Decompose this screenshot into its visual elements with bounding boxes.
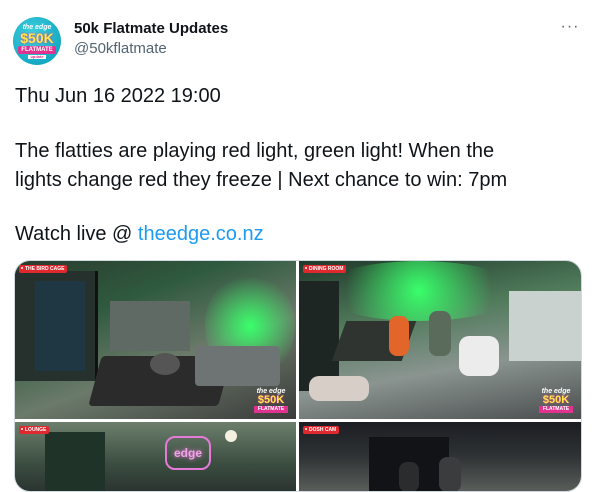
tweet-body-line-2: lights change red they freeze | Next cha…: [15, 169, 508, 191]
watch-prefix: Watch live @: [15, 223, 138, 245]
watermark-logo: the edge $50K FLATMATE: [539, 388, 573, 413]
watermark-amount: $50K: [542, 394, 570, 406]
media-image-dining-room[interactable]: DINING ROOM the edge $50K FLATMATE: [299, 261, 581, 419]
tweet-body-line-1: The flatties are playing red light, gree…: [15, 140, 495, 162]
watermark-amount: $50K: [257, 394, 285, 406]
camera-label-badge: THE BIRD CAGE: [19, 265, 68, 273]
watermark-banner: FLATMATE: [254, 406, 288, 413]
person-lying: [309, 376, 369, 401]
green-ceiling-glow: [319, 261, 519, 321]
sofa: [195, 346, 280, 386]
watermark-logo: the edge $50K FLATMATE: [254, 388, 288, 413]
media-image-dosh-cam[interactable]: DOSH CAM: [299, 422, 581, 491]
kitchen-cabinets: [509, 291, 581, 361]
person-orange: [389, 316, 409, 356]
back-wall: [110, 301, 190, 351]
watch-link[interactable]: theedge.co.nz: [138, 223, 264, 245]
coffee-table: [150, 353, 180, 375]
more-options-icon[interactable]: ···: [558, 18, 582, 36]
tweet-watch-line: Watch live @ theedge.co.nz: [15, 223, 264, 246]
person-silhouette: [399, 462, 419, 491]
watermark-banner: FLATMATE: [539, 406, 573, 413]
author-name[interactable]: 50k Flatmate Updates: [74, 20, 228, 37]
avatar-banner-text: FLATMATE: [18, 45, 56, 54]
media-image-lounge[interactable]: edge LOUNGE: [15, 422, 296, 491]
neon-sign: edge: [165, 436, 211, 470]
avatar-small-text: update: [28, 53, 46, 59]
media-image-bird-cage[interactable]: THE BIRD CAGE the edge $50K FLATMATE: [15, 261, 296, 419]
camera-label-badge: DOSH CAM: [303, 426, 340, 434]
media-grid: THE BIRD CAGE the edge $50K FLATMATE DIN…: [14, 260, 582, 492]
doorway: [45, 432, 105, 491]
camera-label-badge: DINING ROOM: [303, 265, 347, 273]
avatar-amount-text: $50K: [20, 29, 54, 46]
author-handle[interactable]: @50kflatmate: [74, 40, 167, 57]
dark-window: [299, 281, 339, 391]
person-seated: [429, 311, 451, 356]
camera-label-badge: LOUNGE: [19, 426, 50, 434]
person-silhouette: [439, 457, 461, 491]
tweet-timestamp-line: Thu Jun 16 2022 19:00: [15, 85, 221, 107]
avatar[interactable]: the edge $50K FLATMATE update: [13, 17, 61, 65]
lamp: [225, 430, 237, 442]
person-white-top: [459, 336, 499, 376]
window-pane: [35, 281, 85, 371]
